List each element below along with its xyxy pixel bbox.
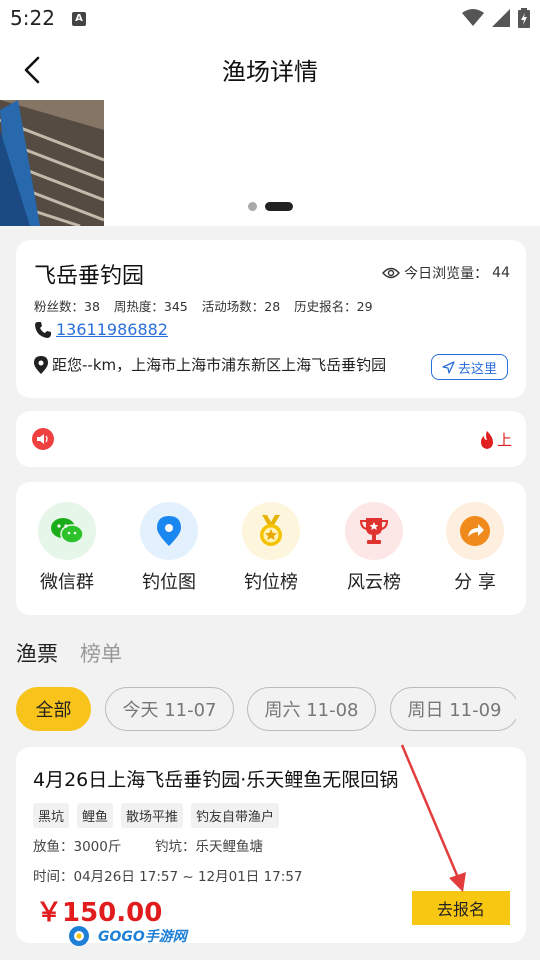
filter-all[interactable]: 全部 (16, 687, 91, 731)
share-icon (446, 502, 504, 560)
nav-bar: 渔场详情 (0, 38, 540, 100)
signup-button[interactable]: 去报名 (412, 891, 510, 925)
carousel-dot[interactable] (248, 202, 257, 211)
feature-menu: 微信群 钓位图 钓位榜 风云榜 分 享 (16, 482, 526, 615)
filter-saturday[interactable]: 周六 11-08 (247, 687, 376, 731)
phone-link[interactable]: 13611986882 (56, 320, 168, 339)
history-signups: 历史报名：29 (294, 299, 373, 314)
ticket-card[interactable]: 4月26日上海飞岳垂钓园·乐天鲤鱼无限回锅 黑坑 鲤鱼 散场平推 钓友自带渔户 … (16, 747, 526, 943)
speaker-icon (32, 428, 54, 450)
menu-label: 微信群 (40, 572, 94, 593)
tab-rankings[interactable]: 榜单 (80, 638, 122, 668)
menu-leaderboard[interactable]: 风云榜 (324, 502, 424, 594)
phone-row: 13611986882 (34, 320, 168, 339)
venue-name: 飞岳垂钓园 (34, 264, 145, 289)
status-icons (462, 8, 530, 28)
navigate-label: 去这里 (457, 361, 497, 377)
fans-count: 粉丝数：38 (34, 299, 100, 314)
ticket-tag: 黑坑 (33, 803, 70, 828)
weekly-heat: 周热度：345 (113, 299, 188, 314)
ticket-tags: 黑坑 鲤鱼 散场平推 钓友自带渔户 (33, 803, 280, 828)
ticket-time: 时间：04月26日 17:57 ~ 12月01日 17:57 (33, 869, 303, 885)
medal-icon (242, 502, 300, 560)
hot-notice-text: 上 (496, 431, 512, 449)
date-filter-bar[interactable]: 全部 今天 11-07 周六 11-08 周日 11-09 (16, 687, 516, 731)
menu-wechat-group[interactable]: 微信群 (17, 502, 117, 594)
menu-share[interactable]: 分 享 (425, 502, 525, 594)
location-pin-icon (34, 355, 48, 374)
ticket-tag: 散场平推 (121, 803, 184, 828)
carousel-indicator (248, 202, 293, 211)
address-text: 距您--km，上海市上海市浦东新区上海飞岳垂钓园 (52, 356, 387, 374)
menu-label: 分 享 (454, 572, 496, 593)
tab-tickets[interactable]: 渔票 (16, 638, 58, 668)
menu-fishing-spot-map[interactable]: 钓位图 (119, 502, 219, 594)
menu-label: 钓位榜 (244, 572, 298, 593)
watermark: GOGO手游网 (68, 925, 187, 947)
notice-card[interactable]: 上 (16, 411, 526, 467)
navigate-button[interactable]: 去这里 (430, 354, 508, 380)
notification-icon: A (72, 12, 86, 26)
pond-name: 钓坑：乐天鲤鱼塘 (155, 839, 263, 855)
battery-icon (518, 8, 530, 28)
address-row: 距您--km，上海市上海市浦东新区上海飞岳垂钓园 (34, 354, 386, 375)
views-label: 今日浏览量： (404, 266, 489, 282)
menu-label: 风云榜 (347, 572, 401, 593)
map-pin-icon (140, 502, 198, 560)
status-bar: 5:22 A (0, 0, 540, 38)
page-title: 渔场详情 (222, 58, 318, 86)
watermark-text: GOGO手游网 (98, 929, 187, 945)
hot-notice: 上 (479, 429, 512, 450)
phone-icon (35, 321, 51, 338)
fish-release: 放鱼：3000斤 (33, 839, 122, 855)
ticket-price: ￥150.00 (36, 898, 163, 928)
ticket-title: 4月26日上海飞岳垂钓园·乐天鲤鱼无限回锅 (33, 769, 399, 791)
status-time: 5:22 (10, 6, 55, 30)
carousel-dot-active[interactable] (265, 202, 293, 211)
views-counter: 今日浏览量： 44 (382, 263, 510, 283)
wechat-icon (38, 502, 96, 560)
activity-count: 活动场数：28 (201, 299, 281, 314)
venue-stats: 粉丝数：38 周热度：345 活动场数：28 历史报名：29 (34, 296, 373, 315)
ticket-tag: 鲤鱼 (77, 803, 114, 828)
logo-icon (69, 926, 89, 946)
views-value: 44 (492, 265, 510, 281)
filter-today[interactable]: 今天 11-07 (105, 687, 234, 731)
menu-label: 钓位图 (142, 572, 196, 593)
trophy-icon (345, 502, 403, 560)
signal-icon (492, 9, 510, 27)
content-tabs: 渔票 榜单 (16, 638, 122, 668)
ticket-tag: 钓友自带渔户 (191, 803, 280, 828)
send-icon (442, 360, 455, 374)
filter-sunday[interactable]: 周日 11-09 (390, 687, 516, 731)
wifi-icon (462, 9, 484, 26)
menu-spot-ranking[interactable]: 钓位榜 (221, 502, 321, 594)
banner-image (0, 100, 104, 226)
venue-info-card: 飞岳垂钓园 今日浏览量： 44 粉丝数：38 周热度：345 活动场数：28 历史… (16, 240, 526, 398)
eye-icon (382, 267, 401, 279)
fire-icon (480, 430, 493, 449)
